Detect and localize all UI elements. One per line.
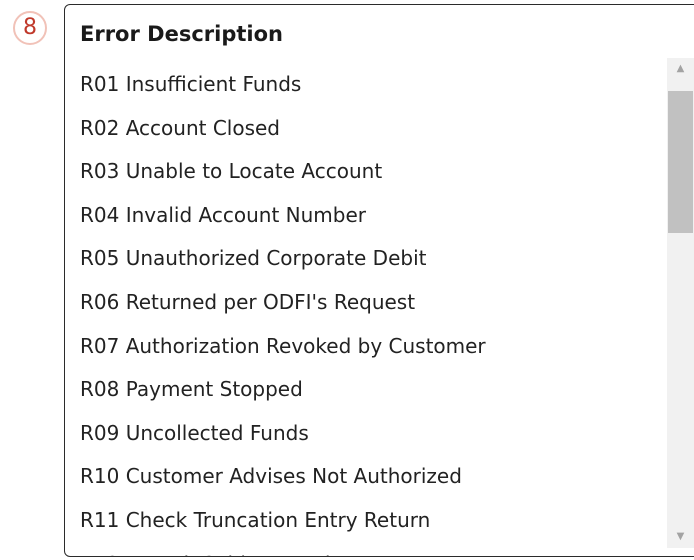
list-option[interactable]: R07 Authorization Revoked by Customer [80,325,683,369]
list-option[interactable]: R05 Unauthorized Corporate Debit [80,237,683,281]
list-option[interactable]: R10 Customer Advises Not Authorized [80,455,683,499]
scroll-up-arrow-icon[interactable]: ▲ [667,58,694,80]
scroll-down-arrow-icon[interactable]: ▼ [667,526,694,548]
list-option[interactable]: R12 Branch Sold to Another DFI [80,543,683,556]
options-list[interactable]: R01 Insufficient Funds R02 Account Close… [80,63,683,556]
list-option[interactable]: R04 Invalid Account Number [80,194,683,238]
list-option[interactable]: R08 Payment Stopped [80,368,683,412]
list-option[interactable]: R03 Unable to Locate Account [80,150,683,194]
list-option[interactable]: R09 Uncollected Funds [80,412,683,456]
error-description-listbox[interactable]: Error Description R01 Insufficient Funds… [64,4,694,557]
scrollbar-thumb[interactable] [668,91,693,233]
list-option[interactable]: R11 Check Truncation Entry Return [80,499,683,543]
step-number-badge: 8 [13,11,47,45]
list-option[interactable]: R06 Returned per ODFI's Request [80,281,683,325]
list-option[interactable]: R02 Account Closed [80,107,683,151]
vertical-scrollbar[interactable]: ▲ ▼ [667,58,694,548]
list-option[interactable]: R01 Insufficient Funds [80,63,683,107]
list-title: Error Description [80,22,283,46]
